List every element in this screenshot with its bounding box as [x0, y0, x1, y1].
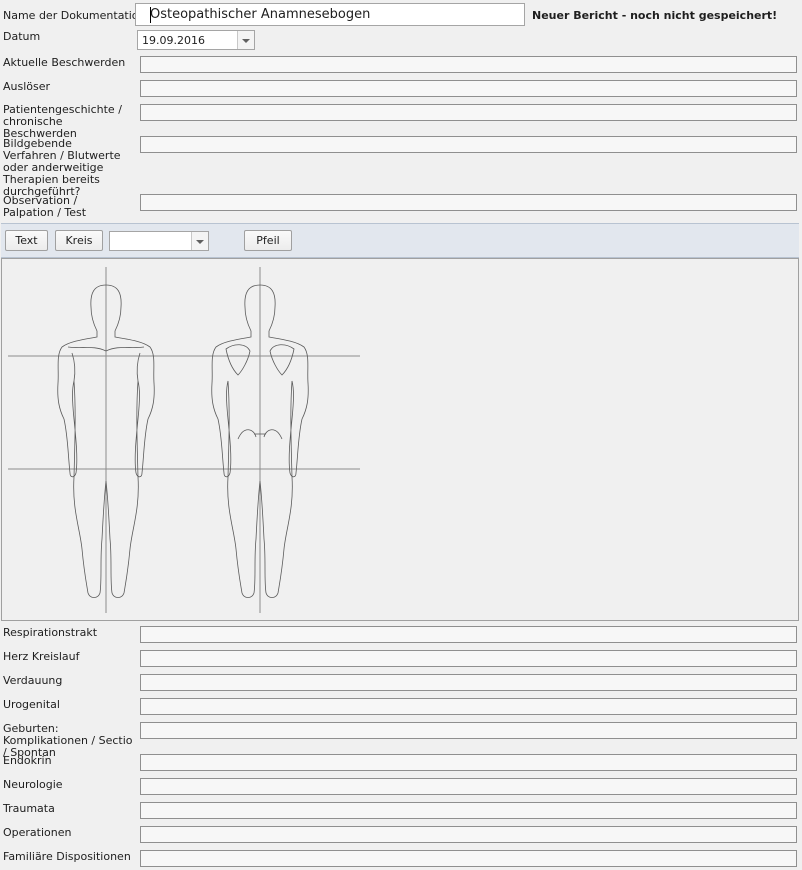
field-verdauung[interactable] [140, 674, 797, 691]
field-operationen[interactable] [140, 826, 797, 843]
field-familiaere-dispositionen[interactable] [140, 850, 797, 867]
front-left-arm-line [71, 352, 76, 382]
field-patientengeschichte[interactable] [140, 104, 797, 121]
back-right-pelvic-dimple [263, 429, 283, 440]
text-caret [150, 7, 151, 23]
arrow-tool-button[interactable]: Pfeil [244, 230, 292, 251]
back-left-pelvic-dimple [237, 429, 257, 440]
date-label: Datum [3, 30, 41, 43]
text-tool-button[interactable]: Text [5, 230, 48, 251]
field-bildgebende-verfahren[interactable] [140, 136, 797, 153]
field-ausloeser[interactable] [140, 80, 797, 97]
save-status: Neuer Bericht - noch nicht gespeichert! [532, 9, 778, 22]
drawing-canvas[interactable] [1, 258, 799, 621]
field-endokrin[interactable] [140, 754, 797, 771]
label-familiaere-dispositionen: Familiäre Dispositionen [3, 850, 131, 863]
field-neurologie[interactable] [140, 778, 797, 795]
name-label: Name der Dokumentation: [3, 9, 150, 22]
label-verdauung: Verdauung [3, 674, 63, 687]
back-left-scapula [225, 344, 251, 376]
label-traumata: Traumata [3, 802, 55, 815]
chevron-down-icon[interactable] [191, 232, 208, 250]
field-geburten[interactable] [140, 722, 797, 739]
field-traumata[interactable] [140, 802, 797, 819]
chevron-down-icon[interactable] [237, 31, 254, 49]
label-bildgebende-verfahren: Bildgebende Verfahren / Blutwerte oder a… [3, 137, 121, 198]
label-endokrin: Endokrin [3, 754, 52, 767]
drawing-toolbar: Text Kreis Pfeil [1, 223, 799, 258]
shape-select[interactable] [109, 231, 209, 251]
back-right-scapula [269, 344, 295, 376]
front-right-arm-line [136, 352, 141, 382]
label-ausloeser: Auslöser [3, 80, 51, 93]
field-herz-kreislauf[interactable] [140, 650, 797, 667]
field-aktuelle-beschwerden[interactable] [140, 56, 797, 73]
date-value: 19.09.2016 [142, 34, 205, 47]
circle-tool-button[interactable]: Kreis [55, 230, 103, 251]
label-herz-kreislauf: Herz Kreislauf [3, 650, 80, 663]
label-neurologie: Neurologie [3, 778, 63, 791]
name-input[interactable]: Osteopathischer Anamnesebogen [135, 3, 525, 26]
field-respirationstrakt[interactable] [140, 626, 797, 643]
label-operationen: Operationen [3, 826, 72, 839]
date-picker[interactable]: 19.09.2016 [137, 30, 255, 50]
label-observation: Observation / Palpation / Test [3, 194, 87, 219]
field-observation[interactable] [140, 194, 797, 211]
label-respirationstrakt: Respirationstrakt [3, 626, 98, 639]
label-urogenital: Urogenital [3, 698, 60, 711]
label-aktuelle-beschwerden: Aktuelle Beschwerden [3, 56, 126, 69]
label-patientengeschichte: Patientengeschichte / chronische Beschwe… [3, 103, 122, 140]
body-diagram [8, 267, 360, 613]
field-urogenital[interactable] [140, 698, 797, 715]
